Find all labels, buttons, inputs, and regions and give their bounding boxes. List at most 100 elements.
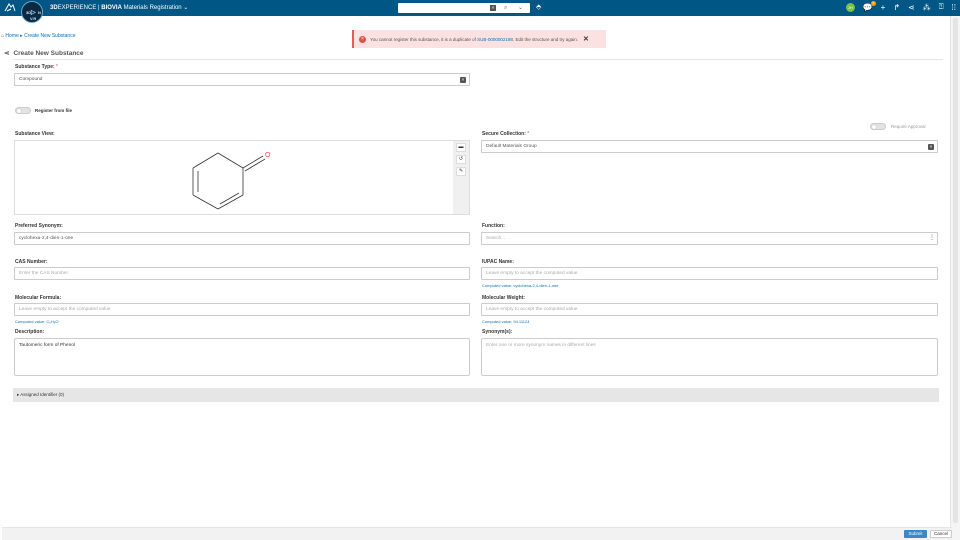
cas-number-input[interactable]: Enter the CAS Number (14, 267, 470, 280)
top-bar: 3D ▷ N V.R 3DEXPERIENCE | BIOVIA Materia… (0, 0, 960, 23)
structure-viewer[interactable]: O ▬ ↺ ✎ (14, 140, 470, 215)
search-options-chevron-icon[interactable]: ⌄ (518, 4, 523, 12)
substance-type-label: Substance Type: * (15, 64, 58, 70)
brand-3d: 3D (50, 5, 58, 11)
viewer-toolbar: ▬ ↺ ✎ (453, 141, 469, 214)
iupac-name-label: IUPAC Name: (482, 259, 514, 265)
iupac-name-placeholder: Leave empty to accept the computed value (486, 271, 578, 276)
preferred-synonym-label: Preferred Synonym: (15, 223, 63, 229)
undo-icon[interactable]: ↺ (456, 155, 466, 164)
molecular-formula-placeholder: Leave empty to accept the computed value (19, 307, 111, 312)
app-brand[interactable]: 3DEXPERIENCE | BIOVIA Materials Registra… (50, 4, 188, 11)
oxygen-atom-label: O (265, 152, 271, 159)
submit-button[interactable]: Submit (904, 530, 927, 538)
notification-badge: 3 (870, 0, 876, 6)
molecular-formula-input[interactable]: Leave empty to accept the computed value (14, 303, 470, 316)
compass-icon[interactable]: 3D ▷ N V.R (21, 1, 43, 23)
function-placeholder: Search... (486, 236, 506, 241)
cas-number-label: CAS Number: (15, 259, 48, 265)
secure-collection-select[interactable]: Default Materials Group × (481, 140, 938, 153)
compass-label-east: N (38, 10, 41, 15)
global-search-input[interactable]: × ⌕ ⌄ (398, 3, 530, 13)
search-icon[interactable]: ⌕ (504, 4, 507, 12)
secure-collection-label-text: Secure Collection: (482, 131, 526, 137)
help-icon[interactable]: ⍰ (939, 2, 944, 12)
chevron-down-icon: ⌄ (183, 5, 189, 11)
apps-icon[interactable]: ⁂ (923, 3, 931, 12)
more-options-icon[interactable]: ⋮ (929, 233, 935, 244)
cas-number-placeholder: Enter the CAS Number (19, 271, 69, 276)
description-label: Description: (15, 329, 45, 335)
tag-icon[interactable]: ⬘ (536, 3, 541, 11)
grid-icon[interactable]: ⁞⁞ (952, 3, 956, 12)
iupac-name-input[interactable]: Leave empty to accept the computed value (481, 267, 938, 280)
weight-computed-value: Computed value: 94.11124 (482, 319, 530, 324)
brand-app-name: Materials Registration (121, 5, 182, 11)
require-approval-label: Require Approval (891, 124, 926, 129)
required-marker: * (527, 131, 530, 137)
alert-prefix: You cannot register this substance, it i… (370, 36, 478, 42)
require-approval-toggle[interactable] (870, 123, 886, 130)
synonyms-textarea[interactable]: Enter one or more synonym names in diffe… (481, 338, 938, 376)
molecular-weight-label: Molecular Weight: (482, 295, 525, 301)
open-folder-icon[interactable]: ▬ (456, 143, 466, 152)
breadcrumb-current[interactable]: Create New Substance (24, 33, 75, 39)
secure-collection-value: Default Materials Group (486, 144, 537, 149)
expand-arrow-icon: ▸ (17, 392, 20, 397)
avatar[interactable]: JH (845, 2, 855, 12)
molecule-structure: O (192, 152, 271, 210)
register-from-file-label: Register from file (35, 108, 73, 113)
scrollbar-thumb[interactable] (953, 18, 958, 523)
breadcrumb: ⌂ Home ▸ Create New Substance (1, 33, 75, 39)
network-icon[interactable]: ⋖ (908, 3, 915, 12)
formula-computed-value: Computed value: C₆H₆O (15, 319, 59, 324)
required-marker: * (56, 64, 58, 70)
alert-suffix: . Edit the structure and try again. (512, 36, 578, 42)
brand-biovia: BIOVIA (101, 5, 122, 11)
breadcrumb-home[interactable]: Home (5, 33, 18, 39)
clear-icon[interactable]: × (928, 143, 934, 150)
error-icon: × (359, 35, 366, 43)
ds-logo-icon[interactable] (4, 2, 16, 14)
compass-label-south: V.R (30, 16, 37, 21)
substance-type-label-text: Substance Type: (15, 64, 55, 70)
page-title: ⋖ Create New Substance (4, 49, 84, 58)
synonyms-label: Synonym(s): (482, 329, 513, 335)
function-search-input[interactable]: Search... ⋮ (481, 232, 938, 245)
close-icon[interactable]: ✕ (583, 35, 589, 43)
share-icon[interactable]: ↱ (893, 3, 900, 12)
compass-play-icon: ▷ (31, 10, 36, 16)
top-actions: JH 💬 3 + ↱ ⋖ ⁂ ⍰ ⁞⁞ (845, 0, 956, 12)
assigned-identifier-accordion[interactable]: ▸ Assigned Identifier (0) (13, 388, 939, 402)
home-icon[interactable]: ⌂ (1, 33, 4, 39)
function-label: Function: (482, 223, 505, 229)
molecular-weight-placeholder: Leave empty to accept the computed value (486, 307, 578, 312)
alert-message: You cannot register this substance, it i… (370, 37, 578, 42)
plus-icon[interactable]: + (881, 3, 886, 12)
duplicate-error-alert: × You cannot register this substance, it… (352, 30, 606, 48)
brand-experience: EXPERIENCE | (57, 5, 102, 11)
substance-type-value: Compound (19, 77, 43, 82)
preferred-synonym-value: cyclohexa-2,4-dien-1-one (19, 236, 74, 241)
cancel-button[interactable]: Cancel (930, 530, 952, 538)
page-title-text: Create New Substance (13, 49, 84, 57)
iupac-computed-value: Computed value: cyclohexa-2,4-dien-1-one (482, 283, 559, 288)
page-scrollbar[interactable] (950, 16, 960, 540)
divider (13, 59, 943, 60)
substance-view-label: Substance View: (15, 131, 55, 137)
molecular-weight-input[interactable]: Leave empty to accept the computed value (481, 303, 938, 316)
notification-icon[interactable]: 💬 3 (863, 0, 876, 12)
description-textarea[interactable]: Tautomeric form of Phenol (14, 338, 470, 376)
secure-collection-label: Secure Collection: * (482, 131, 529, 137)
assigned-identifier-label: Assigned Identifier (0) (20, 392, 65, 397)
preferred-synonym-input[interactable]: cyclohexa-2,4-dien-1-one (14, 232, 470, 245)
clear-icon[interactable]: × (460, 76, 466, 83)
register-from-file-toggle[interactable] (15, 107, 31, 114)
substance-type-select[interactable]: Compound × (14, 73, 470, 86)
hierarchy-icon: ⋖ (4, 50, 10, 57)
duplicate-substance-link[interactable]: SUB-0000002188 (477, 37, 513, 42)
clear-search-icon[interactable]: × (490, 5, 496, 11)
molecular-formula-label: Molecular Formula: (15, 295, 62, 301)
form-footer (2, 527, 952, 540)
edit-icon[interactable]: ✎ (456, 167, 466, 176)
